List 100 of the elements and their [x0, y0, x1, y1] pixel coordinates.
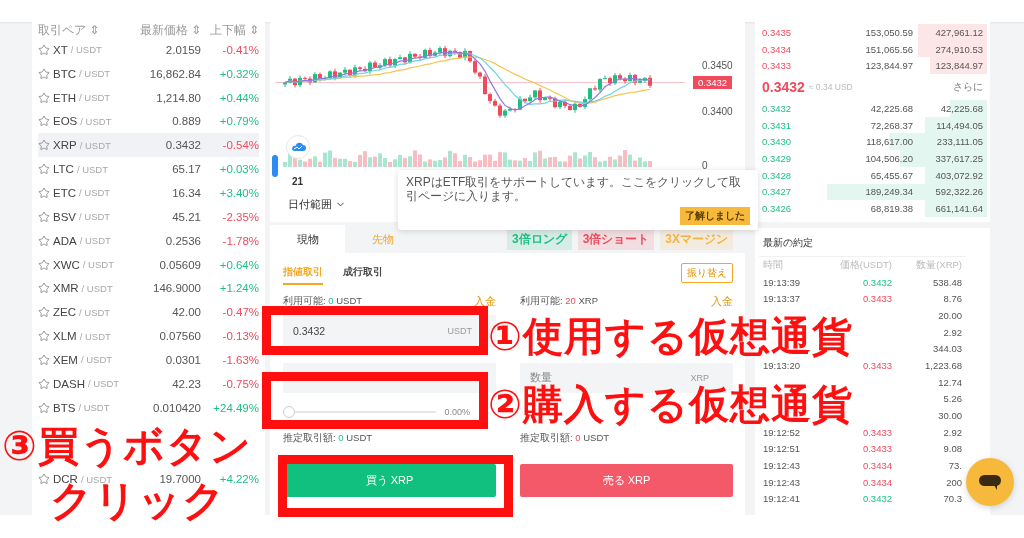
quantity-cell-text: 20.00 — [937, 309, 963, 321]
total-cell-text: 274,910.53 — [934, 43, 984, 55]
price-cell-text: 0.3433 — [861, 293, 893, 305]
pair-symbol: XEM — [53, 353, 78, 366]
market-tab[interactable]: 現物 — [270, 225, 345, 253]
star-icon[interactable] — [38, 187, 50, 199]
quote-currency: / USDT — [76, 163, 108, 175]
quote-currency: / USDT — [80, 473, 113, 485]
change-cell-text: -2.35% — [221, 210, 259, 223]
time-cell-text: 19:13:39 — [762, 276, 801, 288]
market-row[interactable]: ADA / USDT 0.2536 -1.78% — [38, 228, 259, 253]
market-row[interactable]: ETH / USDT 1,214.80 +0.44% — [38, 85, 259, 110]
quote-currency: / USDT — [79, 330, 111, 342]
market-row[interactable]: BTS / USDT 0.010420 +24.49% — [38, 395, 259, 420]
amount-cell-text: 118,617.00 — [865, 136, 914, 148]
star-icon[interactable] — [38, 91, 50, 104]
change-cell-text: +0.32% — [218, 67, 259, 80]
slider-thumb[interactable] — [283, 406, 295, 418]
price-cell-text: 0.889 — [171, 115, 201, 128]
market-row[interactable]: ZEC / USDT 42.00 -0.47% — [38, 300, 259, 325]
available-balance: 利用可能: 20 XRP — [520, 294, 599, 308]
market-row[interactable]: EOS / USDT 0.889 +0.79% — [38, 109, 259, 134]
time-cell-text: 19:12:41 — [762, 493, 801, 505]
panel-handle[interactable] — [272, 155, 278, 177]
price-cell-text: 42.23 — [171, 377, 201, 390]
star-icon[interactable] — [38, 210, 50, 223]
total-cell-text: 337,617.25 — [934, 152, 984, 164]
price-cell-text: 1,214.80 — [155, 91, 201, 104]
time-cell-text: 19:13:37 — [762, 293, 801, 305]
star-icon[interactable] — [38, 67, 50, 80]
quote-currency: / USDT — [80, 354, 113, 366]
market-row[interactable]: XMR / USDT 146.9000 +1.24% — [38, 276, 259, 301]
total-cell-text: 123,844.97 — [934, 60, 984, 72]
amount-cell-text: 189,249.34 — [864, 186, 914, 198]
amount-cell-text: 68,819.38 — [869, 203, 914, 215]
time-cell-text: 19:12:51 — [762, 443, 801, 455]
pair-symbol: LTC — [53, 163, 74, 176]
change-cell-text: -0.13% — [221, 330, 259, 343]
price-cell-text: 42.00 — [171, 306, 201, 319]
star-icon[interactable] — [38, 330, 50, 343]
cloud-button[interactable] — [286, 135, 310, 159]
market-row[interactable]: BSV / USDT 45.21 -2.35% — [38, 204, 259, 229]
chat-button[interactable] — [966, 458, 1014, 506]
price-cell-text: 0.3434 — [761, 43, 793, 55]
market-row[interactable]: XRP / USDT 0.3432 -0.54% — [38, 133, 259, 158]
star-icon[interactable] — [38, 258, 50, 271]
price-cell-text: 16.34 — [171, 187, 201, 199]
pair-symbol: XRP — [53, 139, 77, 152]
total-cell-text: 427,961.12 — [934, 26, 984, 38]
date-range-button[interactable]: 日付範囲 — [288, 197, 346, 212]
price-cell-text: 2.0159 — [164, 43, 201, 56]
bid-row[interactable]: 0.3427 189,249.34 592,322.26 — [758, 183, 987, 201]
amount-cell-text: 42,225.68 — [869, 102, 914, 114]
star-icon[interactable] — [38, 139, 50, 152]
star-icon[interactable] — [38, 234, 50, 247]
order-type-tab[interactable]: 成行取引 — [343, 261, 383, 285]
star-icon[interactable] — [38, 401, 50, 414]
estimated-amount: 推定取引額: 0 USDT — [283, 431, 373, 445]
price-cell-text: 0.3433 — [861, 443, 893, 455]
total-cell-text: 114,494.05 — [935, 119, 984, 131]
change-cell-text: -1.63% — [221, 353, 259, 366]
pair-symbol: EOS — [53, 115, 78, 128]
quote-currency: / USDT — [79, 68, 111, 80]
market-row[interactable]: LTC / USDT 65.17 +0.03% — [38, 157, 259, 182]
market-row[interactable]: BTC / USDT 16,862.84 +0.32% — [38, 61, 259, 86]
market-row[interactable]: XWC / USDT 0.05609 +0.64% — [38, 252, 259, 277]
bid-row[interactable]: 0.3428 65,455.67 403,072.92 — [758, 166, 987, 184]
notice-text: XRPはETF取引をサポートしています。ここをクリックして取引ページに入ります。 — [406, 175, 743, 204]
ask-row[interactable]: 0.3434 151,065.56 274,910.53 — [758, 40, 987, 58]
star-icon[interactable] — [38, 163, 50, 176]
star-icon[interactable] — [38, 306, 50, 319]
ask-row[interactable]: 0.3433 123,844.97 123,844.97 — [758, 57, 987, 75]
star-icon[interactable] — [38, 353, 50, 366]
ask-row[interactable]: 0.3435 153,050.59 427,961.12 — [758, 24, 987, 41]
market-row[interactable]: DASH / USDT 42.23 -0.75% — [38, 371, 259, 396]
last-price: 0.3432 — [762, 79, 805, 96]
bid-row[interactable]: 0.3430 118,617.00 233,111.05 — [758, 133, 987, 151]
acknowledge-button[interactable]: 了解しました — [680, 206, 750, 225]
star-icon[interactable] — [38, 282, 50, 295]
change-cell-text: -0.47% — [221, 306, 259, 319]
amount-cell-text: 153,050.59 — [864, 26, 914, 38]
bid-row[interactable]: 0.3432 42,225.68 42,225.68 — [758, 100, 987, 117]
star-icon[interactable] — [38, 43, 50, 56]
market-row[interactable]: XT / USDT 2.0159 -0.41% — [38, 38, 259, 62]
market-row[interactable]: XLM / USDT 0.07560 -0.13% — [38, 324, 259, 348]
quantity-cell-text: 9.08 — [942, 443, 963, 455]
market-row[interactable]: ETC / USDT 16.34 +3.40% — [38, 181, 259, 205]
quantity-cell-text: 200 — [945, 476, 963, 488]
usd-equivalent: ≈ 0.34 USD — [808, 82, 853, 93]
bid-row[interactable]: 0.3431 72,268.37 114,494.05 — [758, 116, 987, 134]
market-row[interactable]: XEM / USDT 0.0301 -1.63% — [38, 347, 259, 372]
bid-row[interactable]: 0.3429 104,506.20 337,617.25 — [758, 150, 987, 167]
star-icon[interactable] — [38, 115, 50, 128]
more-link[interactable]: さらに — [953, 80, 983, 94]
star-icon[interactable] — [38, 377, 50, 390]
bid-row[interactable]: 0.3426 68,819.38 661,141.64 — [758, 200, 987, 217]
change-cell-text: -0.75% — [221, 377, 259, 390]
percent-label: 0.00% — [444, 407, 470, 417]
price-cell-text: 0.010420 — [152, 401, 201, 414]
star-icon[interactable] — [38, 473, 50, 486]
